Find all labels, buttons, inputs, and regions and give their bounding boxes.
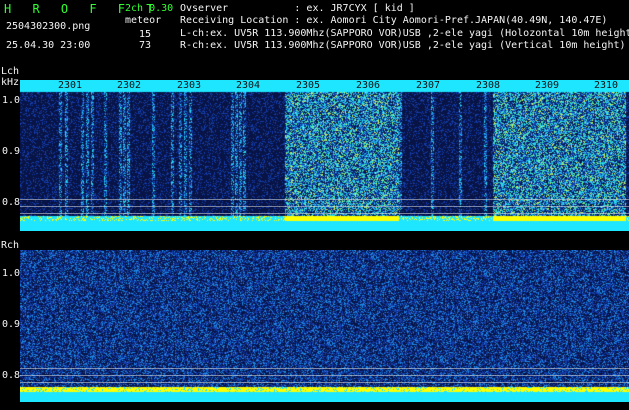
time-tick-2306: 2306 [356,80,381,91]
file-name: 2504302300.png [6,21,91,32]
rch-ytick-3: 0.8 [2,370,21,381]
lch-count: 15 [139,29,152,40]
observer-line: Ovserver : ex. JR7CYX [ kid ] [180,3,415,14]
rch-gridline-3 [20,382,629,383]
time-tick-2307: 2307 [416,80,441,91]
rch-gridline-2 [20,375,629,376]
rch-ytick-1: 1.0 [2,268,21,279]
lch-unit-label: kHz [1,77,20,88]
mode-label: meteor [125,15,162,26]
rch-count: 73 [139,40,152,51]
time-tick-2310: 2310 [594,80,619,91]
lch-gridline-3 [20,213,629,214]
time-tick-2301: 2301 [58,80,83,91]
rch-spectrogram [20,250,629,402]
lch-spectrogram [20,80,629,231]
lch-ytick-1: 1.0 [2,95,21,106]
lch-ytick-3: 0.8 [2,197,21,208]
lch-gridline-1 [20,199,629,200]
time-tick-2305: 2305 [296,80,321,91]
time-tick-2304: 2304 [236,80,261,91]
lch-time-axis: 2301 2302 2303 2304 2305 2306 2307 2308 … [20,80,629,92]
rch-gridline-1 [20,368,629,369]
rch-info-line: R-ch:ex. UV5R 113.900Mhz(SAPPORO VOR)USB… [180,40,626,51]
time-tick-2308: 2308 [476,80,501,91]
rch-label: Rch [1,240,20,251]
lch-ytick-2: 0.9 [2,146,21,157]
time-tick-2303: 2303 [177,80,202,91]
location-line: Receiving Location : ex. Aomori City Aom… [180,15,608,26]
lch-label: Lch [1,66,20,77]
time-tick-2309: 2309 [535,80,560,91]
file-datetime: 25.04.30 23:00 [6,40,91,51]
rch-ytick-2: 0.9 [2,319,21,330]
time-tick-2302: 2302 [117,80,142,91]
lch-info-line: L-ch:ex. UV5R 113.900Mhz(SAPPORO VOR)USB… [180,28,629,39]
lch-gridline-2 [20,206,629,207]
mode-text: 2ch 0.30 [125,3,174,14]
